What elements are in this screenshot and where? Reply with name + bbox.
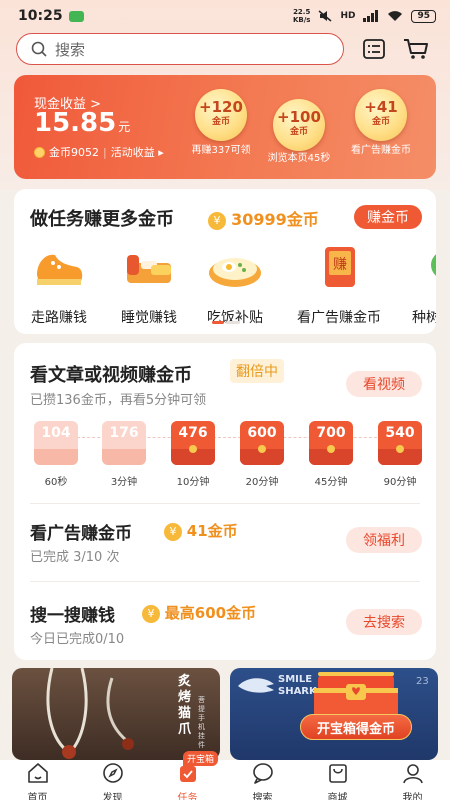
video-task-card: 看文章或视频赚金币 翻倍中 看视频 已攒136金币，再看5分钟可领 104 60… <box>14 343 436 660</box>
home-icon <box>27 763 48 783</box>
treasure-chest-icon <box>314 672 398 718</box>
battery-icon: 95 <box>411 9 436 23</box>
task-item-walk[interactable]: 走路赚钱 <box>14 245 104 327</box>
bed-icon <box>127 255 171 283</box>
wifi-icon <box>388 11 403 21</box>
red-packet-1[interactable]: 104 <box>34 421 78 465</box>
double-tag: 翻倍中 <box>230 359 284 383</box>
product-banner-left[interactable]: 炙 烤 猫 爪 菩提手机挂件 <box>12 668 220 760</box>
coin-bubble-1[interactable]: +120 金币 <box>195 89 247 141</box>
ad-task-title: 看广告赚金币 <box>30 524 132 544</box>
coin-bubble-1-caption: 再赚337可领 <box>191 145 251 156</box>
search-icon <box>31 41 47 57</box>
claim-benefit-button[interactable]: 领福利 <box>346 527 422 553</box>
packet-label-1: 60秒 <box>44 477 68 488</box>
sneaker-icon <box>37 254 83 285</box>
task-item-sleep[interactable]: 睡觉赚钱 <box>104 245 194 327</box>
red-packet-3[interactable]: 476 <box>171 421 215 465</box>
ad-book-icon: 赚 <box>325 247 355 287</box>
packet-label-4: 20分钟 <box>245 477 279 488</box>
shark-icon <box>238 678 274 693</box>
nav-task-badge: 开宝箱 <box>183 751 219 766</box>
compass-icon <box>102 763 123 783</box>
packet-label-6: 90分钟 <box>383 477 417 488</box>
task-item-watch-ads[interactable]: 赚 看广告赚金币 <box>284 245 394 327</box>
network-type: HD <box>340 11 356 21</box>
task-item-tree[interactable]: 种树 <box>398 245 436 327</box>
search-row: 搜索 <box>16 33 436 65</box>
search-task-progress: 今日已完成0/10 <box>30 632 125 647</box>
divider <box>30 581 420 582</box>
cart-icon <box>404 39 428 59</box>
mute-icon <box>318 10 332 22</box>
status-time: 10:25 <box>18 8 63 24</box>
coin-bubble-2[interactable]: +100 金币 <box>273 99 325 151</box>
video-task-subtitle: 已攒136金币，再看5分钟可领 <box>30 393 207 408</box>
status-bar: 10:25 22.5 KB/s HD 95 <box>0 0 450 32</box>
earnings-card[interactable]: 现金收益 > 15.85 元 金币9052 | 活动收益 ▸ +120 金币 再赚… <box>14 75 436 179</box>
packet-label-2: 3分钟 <box>110 477 138 488</box>
red-packet-6[interactable]: 540 <box>378 421 422 465</box>
search-task-reward: ¥ 最高600金币 <box>142 602 256 623</box>
coin-balance: 金币9052 <box>49 146 99 159</box>
separator: | <box>103 145 107 159</box>
tasks-coin-total: ¥ 30999金币 <box>208 206 319 230</box>
wechat-notification-icon <box>68 10 84 22</box>
task-list-button[interactable] <box>360 35 388 63</box>
nav-search[interactable]: 搜索 <box>225 760 300 800</box>
coin-icon: ¥ <box>142 604 160 623</box>
ad-task-reward: ¥ 41金币 <box>164 520 238 541</box>
nav-shop[interactable]: 商城 <box>300 760 375 800</box>
red-packet-2[interactable]: 176 <box>102 421 146 465</box>
coin-icon <box>34 146 45 158</box>
coin-icon: ¥ <box>208 211 226 230</box>
divider <box>30 503 420 504</box>
coin-summary: 金币9052 | 活动收益 ▸ <box>34 144 164 160</box>
svg-text:赚: 赚 <box>333 257 347 273</box>
search-placeholder: 搜索 <box>55 40 86 59</box>
tasks-card: 做任务赚更多金币 ¥ 30999金币 赚金币 走路赚钱 睡觉赚钱 吃饭补贴 赚 … <box>14 189 436 334</box>
coin-bubble-3[interactable]: +41 金币 <box>355 89 407 141</box>
carousel-indicator-active <box>212 321 224 324</box>
signal-icon <box>363 10 379 22</box>
meal-icon <box>209 258 261 287</box>
earn-coins-button[interactable]: 赚金币 <box>354 205 422 229</box>
user-icon <box>402 764 423 784</box>
cash-amount: 15.85 元 <box>34 108 131 138</box>
cart-button[interactable] <box>402 35 430 63</box>
packet-label-3: 10分钟 <box>176 477 210 488</box>
nav-discover[interactable]: 发现 <box>75 760 150 800</box>
task-item-meal[interactable]: 吃饭补贴 <box>190 245 280 327</box>
coin-bubble-2-caption: 浏览本页45秒 <box>267 153 331 164</box>
status-indicators: 22.5 KB/s HD 95 <box>293 8 436 24</box>
list-icon <box>363 39 385 59</box>
red-packet-5[interactable]: 700 <box>309 421 353 465</box>
activity-earnings-link[interactable]: 活动收益 ▸ <box>111 144 164 160</box>
watch-video-button[interactable]: 看视频 <box>346 371 422 397</box>
ad-task-progress: 已完成 3/10 次 <box>30 550 120 565</box>
net-speed: 22.5 KB/s <box>292 8 311 24</box>
go-search-button[interactable]: 去搜索 <box>346 609 422 635</box>
nav-me[interactable]: 我的 <box>375 760 450 800</box>
nav-home[interactable]: 首页 <box>0 760 75 800</box>
search-task-title: 搜一搜赚钱 <box>30 606 115 626</box>
carousel-indicator <box>226 321 240 324</box>
banner-subtitle: 菩提手机挂件 <box>198 696 205 749</box>
banner-title: 炙 烤 猫 爪 <box>178 674 192 737</box>
packet-label-5: 45分钟 <box>314 477 348 488</box>
shop-bag-icon <box>328 764 347 783</box>
coin-bubble-3-caption: 看广告赚金币 <box>351 145 411 156</box>
video-task-title: 看文章或视频赚金币 <box>30 365 192 386</box>
search-input[interactable]: 搜索 <box>16 33 344 65</box>
tree-icon <box>431 254 436 276</box>
coin-icon: ¥ <box>164 522 182 541</box>
bracelet-image <box>46 668 134 759</box>
tasks-title: 做任务赚更多金币 <box>30 209 174 230</box>
banner-number: 23 <box>416 676 429 687</box>
red-packet-4[interactable]: 600 <box>240 421 284 465</box>
open-treasure-button[interactable]: 开宝箱得金币 <box>300 714 412 740</box>
bottom-navigation: 首页 发现 任务 开宝箱 搜索 商城 我的 <box>0 751 450 800</box>
search-icon <box>252 763 273 784</box>
nav-tasks[interactable]: 任务 开宝箱 <box>150 751 225 800</box>
